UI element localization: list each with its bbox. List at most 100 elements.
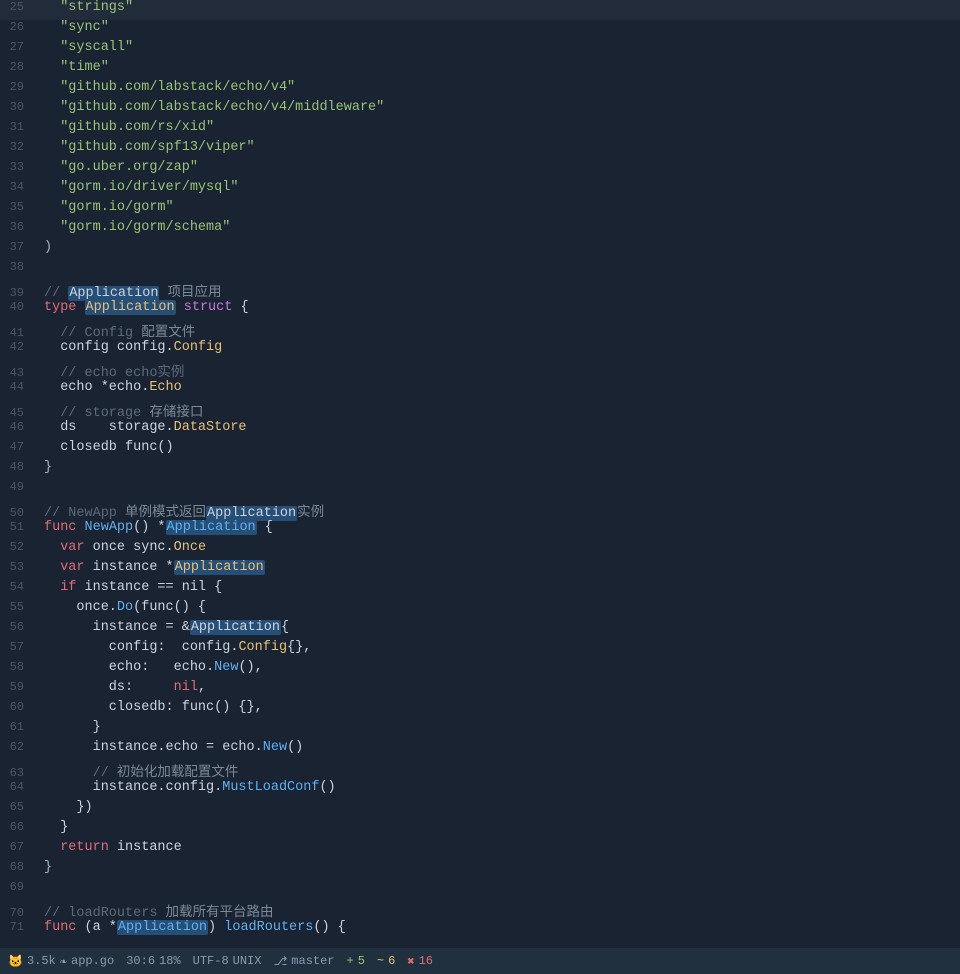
line-number: 71 bbox=[0, 920, 32, 934]
line-number: 38 bbox=[0, 260, 32, 274]
line-ending-text: UNIX bbox=[233, 954, 262, 968]
position-text: 30:6 bbox=[126, 954, 155, 968]
token: {}, bbox=[287, 640, 311, 655]
branch-name: master bbox=[291, 954, 334, 968]
code-line: 53 var instance *Application bbox=[0, 560, 960, 580]
code-line: 48} bbox=[0, 460, 960, 480]
token: Echo bbox=[149, 380, 181, 395]
token: 实例 bbox=[297, 506, 324, 521]
code-line: 64 instance.config.MustLoadConf() bbox=[0, 780, 960, 800]
line-content: "github.com/labstack/echo/v4" bbox=[44, 80, 960, 95]
code-line: 43 // echo echo实例 bbox=[0, 360, 960, 380]
code-line: 67 return instance bbox=[0, 840, 960, 860]
token: "syscall" bbox=[44, 40, 133, 55]
line-content: instance.echo = echo.New() bbox=[44, 740, 960, 755]
code-line: 31 "github.com/rs/xid" bbox=[0, 120, 960, 140]
code-editor[interactable]: 25 "strings"26 "sync"27 "syscall"28 "tim… bbox=[0, 0, 960, 948]
line-content: // loadRouters 加载所有平台路由 bbox=[44, 900, 960, 921]
token: () { bbox=[313, 920, 345, 935]
line-content: }) bbox=[44, 800, 960, 815]
code-line: 40type Application struct { bbox=[0, 300, 960, 320]
code-line: 49 bbox=[0, 480, 960, 500]
line-number: 67 bbox=[0, 840, 32, 854]
status-position: 30:6 18% bbox=[126, 954, 180, 968]
line-content: echo: echo.New(), bbox=[44, 660, 960, 675]
code-line: 34 "gorm.io/driver/mysql" bbox=[0, 180, 960, 200]
line-number: 62 bbox=[0, 740, 32, 754]
token: instance bbox=[109, 840, 182, 855]
token bbox=[176, 300, 184, 315]
line-number: 26 bbox=[0, 20, 32, 34]
line-content: "github.com/spf13/viper" bbox=[44, 140, 960, 155]
line-content: ) bbox=[44, 240, 960, 255]
code-line: 42 config config.Config bbox=[0, 340, 960, 360]
line-content: "gorm.io/gorm" bbox=[44, 200, 960, 215]
token: nil bbox=[174, 680, 198, 695]
code-line: 26 "sync" bbox=[0, 20, 960, 40]
line-content: var once sync.Once bbox=[44, 540, 960, 555]
token: closedb func() bbox=[44, 440, 174, 455]
token: { bbox=[257, 520, 273, 535]
code-line: 66 } bbox=[0, 820, 960, 840]
branch-icon: ⎇ bbox=[273, 954, 287, 969]
line-content: // Application 项目应用 bbox=[44, 280, 960, 301]
line-number: 29 bbox=[0, 80, 32, 94]
line-content: return instance bbox=[44, 840, 960, 855]
status-encoding: UTF-8 UNIX bbox=[193, 954, 262, 968]
token: Application bbox=[174, 560, 265, 575]
line-number: 37 bbox=[0, 240, 32, 254]
token: Application bbox=[117, 920, 208, 935]
line-number: 65 bbox=[0, 800, 32, 814]
code-line: 62 instance.echo = echo.New() bbox=[0, 740, 960, 760]
token: func bbox=[44, 520, 85, 535]
line-content bbox=[44, 880, 960, 895]
token: Application bbox=[190, 620, 281, 635]
line-content: var instance *Application bbox=[44, 560, 960, 575]
token: { bbox=[281, 620, 289, 635]
line-number: 53 bbox=[0, 560, 32, 574]
token: } bbox=[44, 860, 52, 875]
token: Once bbox=[174, 540, 206, 555]
token: type bbox=[44, 300, 85, 315]
line-number: 54 bbox=[0, 580, 32, 594]
line-number: 44 bbox=[0, 380, 32, 394]
line-content: // NewApp 单例模式返回Application实例 bbox=[44, 500, 960, 521]
line-number: 58 bbox=[0, 660, 32, 674]
line-number: 56 bbox=[0, 620, 32, 634]
code-line: 56 instance = &Application{ bbox=[0, 620, 960, 640]
code-line: 68} bbox=[0, 860, 960, 880]
line-content: "sync" bbox=[44, 20, 960, 35]
line-number: 36 bbox=[0, 220, 32, 234]
token: MustLoadConf bbox=[222, 780, 319, 795]
token: 加载所有平台路由 bbox=[166, 906, 274, 921]
token: Application bbox=[85, 300, 176, 315]
token: "gorm.io/gorm" bbox=[44, 200, 174, 215]
line-number: 51 bbox=[0, 520, 32, 534]
cat-icon: 🐱 bbox=[8, 954, 23, 969]
token: (), bbox=[238, 660, 262, 675]
line-number: 70 bbox=[0, 906, 32, 920]
line-number: 59 bbox=[0, 680, 32, 694]
status-changed: ~6 bbox=[377, 954, 395, 968]
code-line: 59 ds: nil, bbox=[0, 680, 960, 700]
token: var bbox=[60, 560, 84, 575]
line-number: 66 bbox=[0, 820, 32, 834]
token: DataStore bbox=[174, 420, 247, 435]
spacer: ❧ bbox=[60, 954, 67, 969]
code-line: 41 // Config 配置文件 bbox=[0, 320, 960, 340]
line-number: 35 bbox=[0, 200, 32, 214]
token: ) bbox=[208, 920, 224, 935]
code-line: 55 once.Do(func() { bbox=[0, 600, 960, 620]
token: Application bbox=[166, 520, 257, 535]
token: once. bbox=[44, 600, 117, 615]
code-line: 52 var once sync.Once bbox=[0, 540, 960, 560]
code-line: 32 "github.com/spf13/viper" bbox=[0, 140, 960, 160]
code-line: 54 if instance == nil { bbox=[0, 580, 960, 600]
line-content: } bbox=[44, 720, 960, 735]
line-content: "github.com/labstack/echo/v4/middleware" bbox=[44, 100, 960, 115]
encoding-text: UTF-8 bbox=[193, 954, 229, 968]
token: Application bbox=[206, 506, 297, 521]
token: // loadRouters bbox=[44, 906, 166, 921]
token: if bbox=[60, 580, 76, 595]
token: 配置文件 bbox=[141, 326, 195, 341]
